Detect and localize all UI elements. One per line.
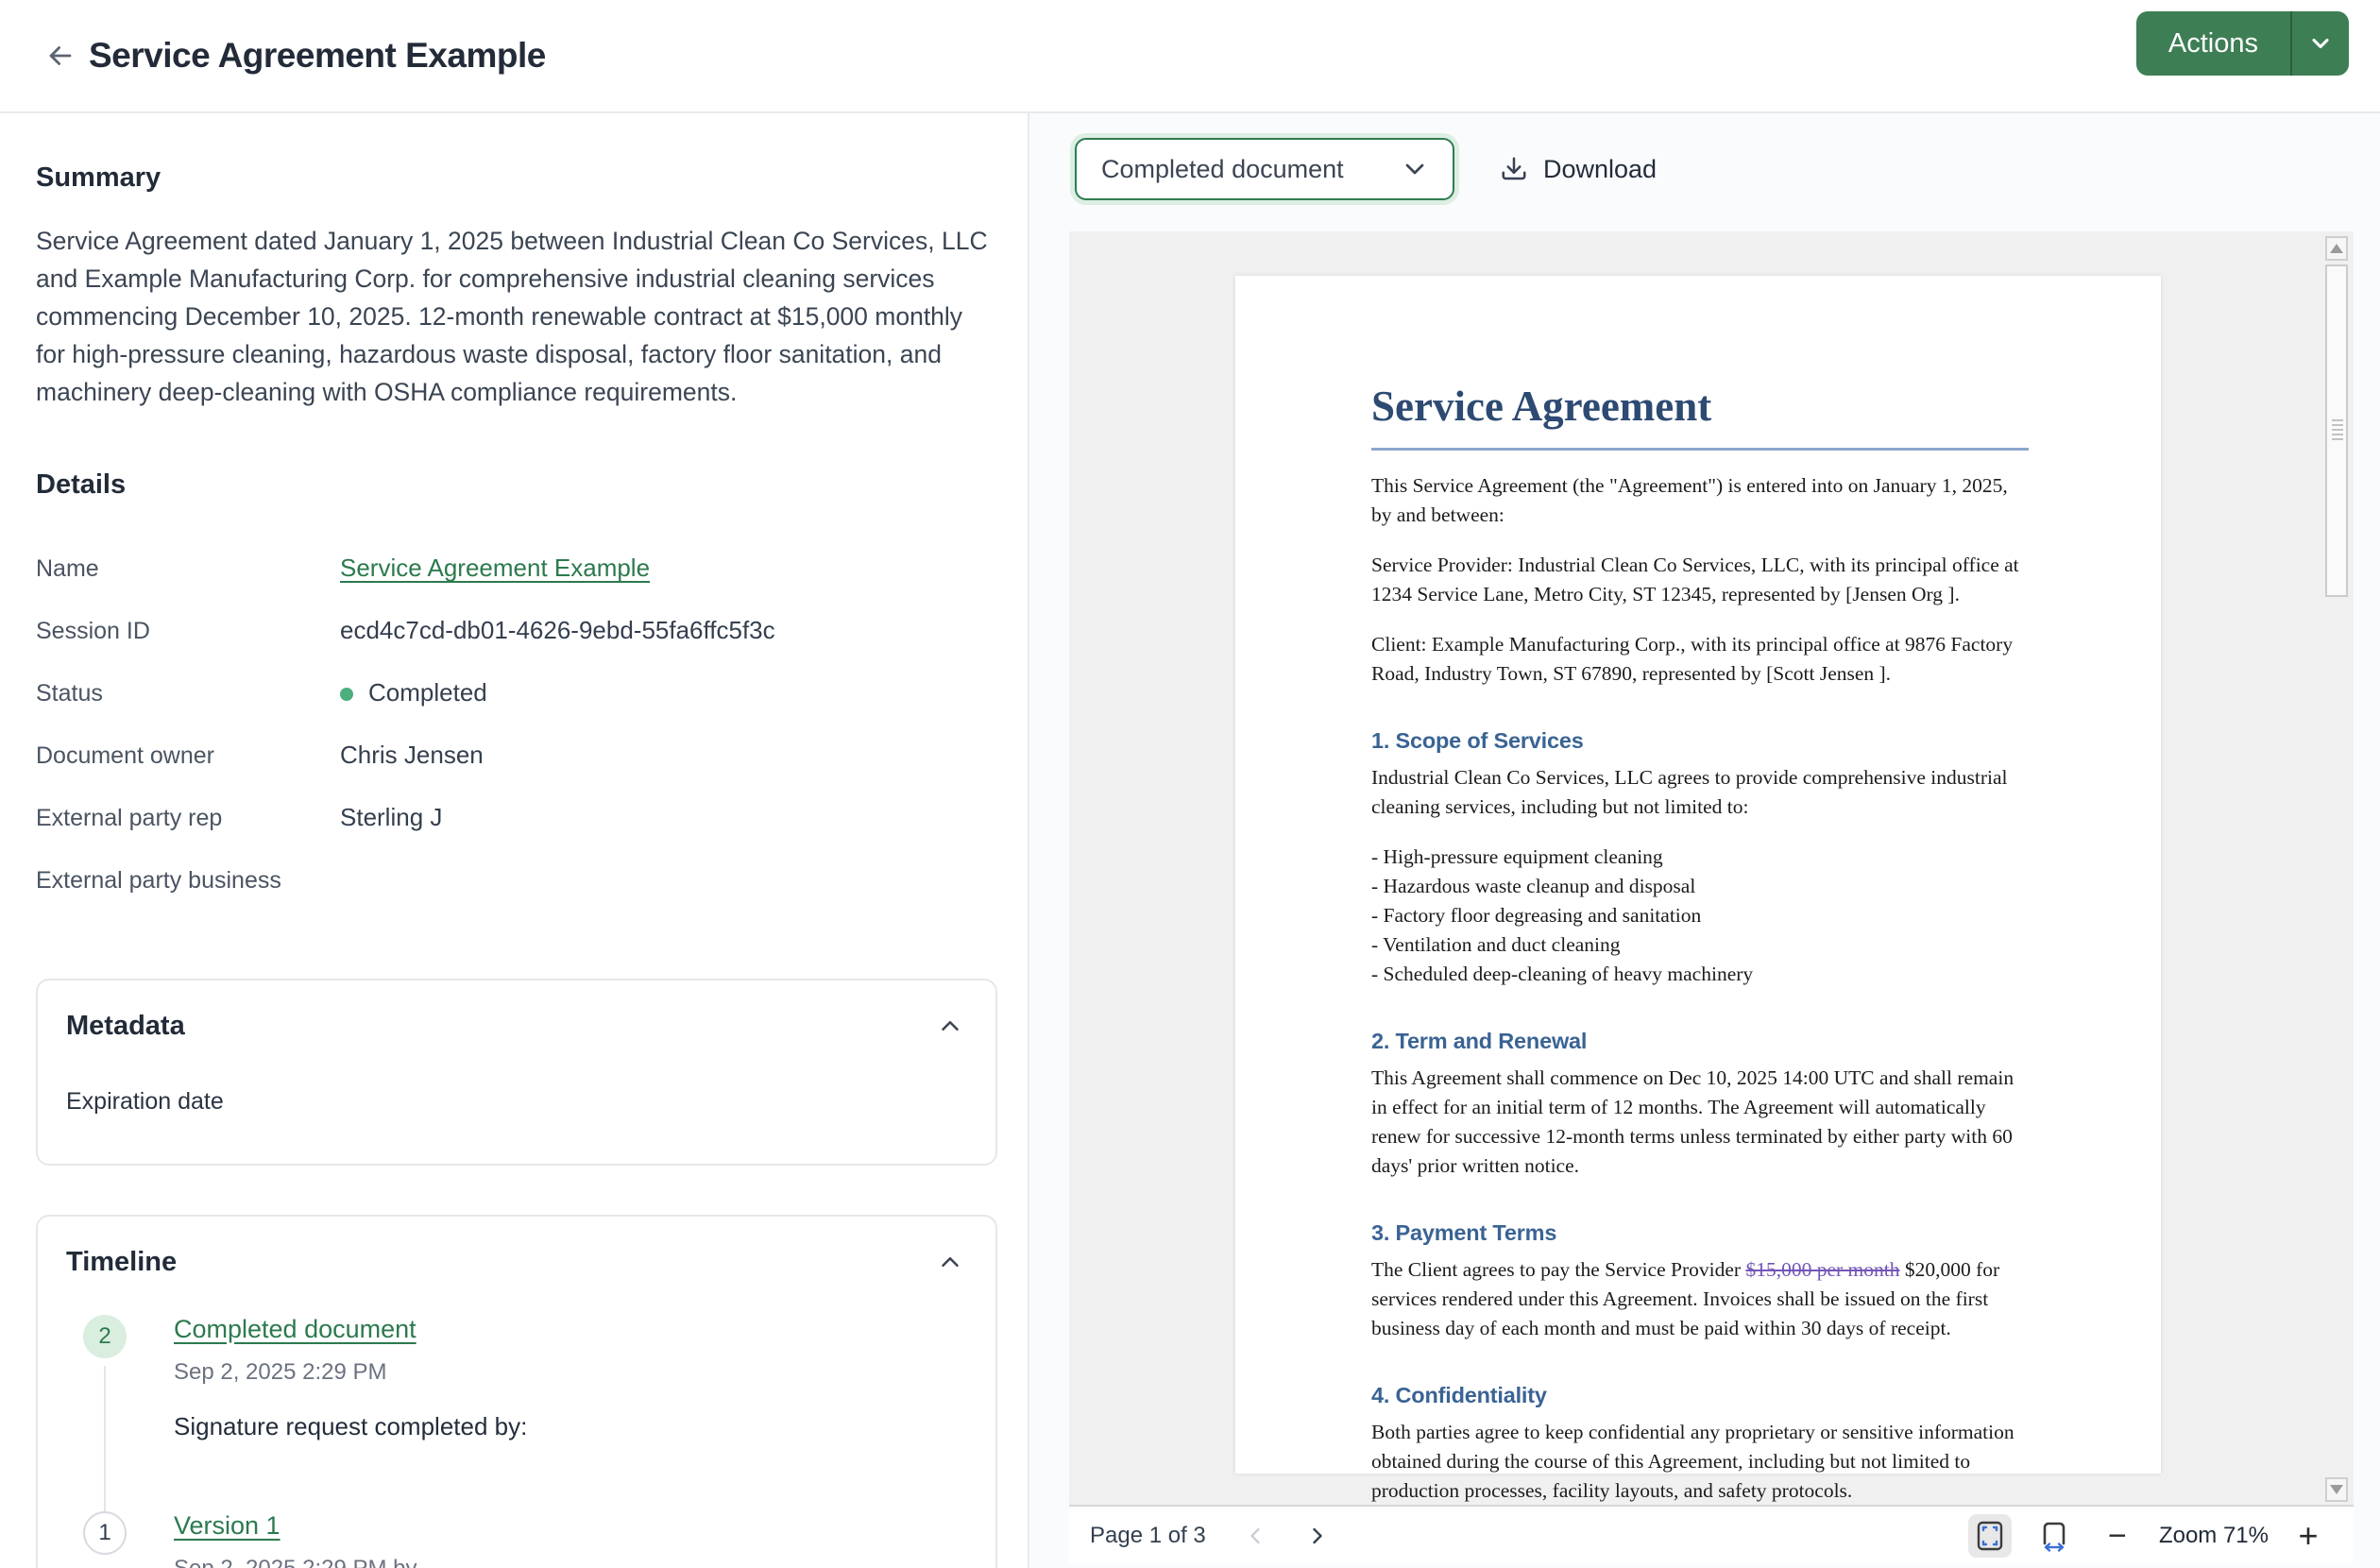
- pdf-section-heading: 4. Confidentiality: [1371, 1383, 2029, 1408]
- metadata-card: Metadata Expiration date: [36, 979, 997, 1166]
- timeline-timestamp: Sep 2, 2025 2:29 PM: [174, 1359, 967, 1386]
- pdf-section-body-payment: The Client agrees to pay the Service Pro…: [1371, 1255, 2029, 1343]
- fit-width-button[interactable]: [2032, 1514, 2076, 1558]
- download-icon: [1500, 155, 1528, 183]
- chevron-down-icon: [1400, 154, 1430, 184]
- app-header: Service Agreement Example Actions: [0, 0, 2380, 113]
- timeline-completed-link[interactable]: Completed document: [174, 1315, 416, 1343]
- chevron-right-icon: [1304, 1523, 1331, 1549]
- chevron-down-icon: [2307, 30, 2334, 57]
- document-version-select[interactable]: Completed document: [1075, 138, 1454, 200]
- detail-label-external-rep: External party rep: [36, 799, 340, 861]
- pdf-scrollbar: [2325, 236, 2350, 1502]
- chevron-left-icon: [1242, 1523, 1268, 1549]
- previous-page-button[interactable]: [1242, 1523, 1268, 1549]
- scroll-down-button[interactable]: [2325, 1477, 2348, 1502]
- pdf-section-body: Industrial Clean Co Services, LLC agrees…: [1371, 763, 2029, 822]
- download-label: Download: [1543, 155, 1657, 184]
- detail-label-name: Name: [36, 550, 340, 612]
- pdf-section-body: This Agreement shall commence on Dec 10,…: [1371, 1064, 2029, 1181]
- detail-label-session-id: Session ID: [36, 612, 340, 674]
- metadata-heading: Metadata: [66, 1011, 185, 1042]
- summary-heading: Summary: [36, 162, 999, 194]
- metadata-collapse-button[interactable]: [933, 1009, 967, 1043]
- status-dot-icon: [340, 688, 353, 701]
- arrow-left-icon: [44, 40, 76, 72]
- pdf-bullet-list: - High-pressure equipment cleaning - Haz…: [1371, 843, 2029, 989]
- external-rep-value: Sterling J: [340, 799, 999, 861]
- page-indicator: Page 1 of 3: [1090, 1523, 1206, 1549]
- pdf-bullet: - High-pressure equipment cleaning: [1371, 843, 2029, 872]
- timeline-version1-link[interactable]: Version 1: [174, 1511, 280, 1540]
- page-title: Service Agreement Example: [89, 36, 546, 76]
- pdf-bullet: - Scheduled deep-cleaning of heavy machi…: [1371, 960, 2029, 989]
- pdf-page: Service Agreement This Service Agreement…: [1235, 276, 2161, 1474]
- download-button[interactable]: Download: [1500, 155, 1657, 184]
- timeline-card: Timeline 2 Completed document Sep 2, 202…: [36, 1215, 997, 1568]
- scroll-up-button[interactable]: [2325, 236, 2348, 261]
- triangle-up-icon: [2330, 244, 2343, 253]
- zoom-level: Zoom 71%: [2159, 1523, 2269, 1549]
- actions-button[interactable]: Actions: [2136, 11, 2290, 76]
- detail-label-external-business: External party business: [36, 861, 340, 924]
- document-name-link[interactable]: Service Agreement Example: [340, 554, 650, 583]
- pdf-document-title: Service Agreement: [1371, 382, 2029, 431]
- pdf-viewport: Service Agreement This Service Agreement…: [1069, 231, 2354, 1507]
- actions-dropdown-button[interactable]: [2292, 11, 2349, 76]
- pdf-toolbar: Page 1 of 3: [1069, 1508, 2354, 1563]
- pdf-paragraph: Service Provider: Industrial Clean Co Se…: [1371, 551, 2029, 609]
- chevron-up-icon: [936, 1248, 964, 1276]
- timeline-step-badge: 2: [83, 1315, 127, 1358]
- zoom-in-button[interactable]: +: [2289, 1516, 2327, 1556]
- pdf-bullet: - Ventilation and duct cleaning: [1371, 930, 2029, 960]
- viewer-controls: Completed document Download: [1075, 138, 1657, 200]
- timeline-step-badge: 1: [83, 1511, 127, 1555]
- document-version-value: Completed document: [1101, 155, 1344, 184]
- summary-text: Service Agreement dated January 1, 2025 …: [36, 222, 992, 411]
- pdf-section-heading: 3. Payment Terms: [1371, 1220, 2029, 1246]
- details-heading: Details: [36, 469, 999, 501]
- document-viewer-panel: Completed document Download Service Agre…: [1028, 113, 2380, 1568]
- chevron-up-icon: [936, 1012, 964, 1040]
- external-business-value: [340, 861, 999, 924]
- timeline-list: 2 Completed document Sep 2, 2025 2:29 PM…: [66, 1315, 967, 1568]
- zoom-controls: − Zoom 71% +: [1968, 1514, 2327, 1558]
- timeline-description: Signature request completed by:: [174, 1412, 967, 1441]
- timeline-collapse-button[interactable]: [933, 1245, 967, 1279]
- detail-label-owner: Document owner: [36, 737, 340, 799]
- pdf-bullet: - Factory floor degreasing and sanitatio…: [1371, 901, 2029, 930]
- details-panel: Summary Service Agreement dated January …: [0, 113, 1028, 1568]
- pdf-paragraph: This Service Agreement (the "Agreement")…: [1371, 471, 2029, 530]
- pdf-section-heading: 2. Term and Renewal: [1371, 1029, 2029, 1054]
- timeline-item-completed: 2 Completed document Sep 2, 2025 2:29 PM…: [66, 1315, 967, 1441]
- scrollbar-thumb[interactable]: [2325, 264, 2348, 597]
- status-value: Completed: [368, 678, 487, 707]
- pdf-paragraph: Client: Example Manufacturing Corp., wit…: [1371, 630, 2029, 689]
- fit-width-icon: [2038, 1519, 2070, 1553]
- pdf-title-rule: [1371, 448, 2029, 451]
- fit-page-button[interactable]: [1968, 1514, 2012, 1558]
- next-page-button[interactable]: [1304, 1523, 1331, 1549]
- fit-page-icon: [1976, 1520, 2004, 1552]
- details-grid: Name Service Agreement Example Session I…: [36, 550, 999, 924]
- detail-label-status: Status: [36, 674, 340, 737]
- expiration-date-label: Expiration date: [66, 1088, 967, 1116]
- back-button[interactable]: [40, 35, 81, 77]
- timeline-item-version1: 1 Version 1 Sep 2, 2025 2:29 PM by: [66, 1511, 967, 1568]
- scrollbar-grip: [2332, 419, 2343, 442]
- timeline-timestamp: Sep 2, 2025 2:29 PM by: [174, 1556, 967, 1568]
- actions-split-button: Actions: [2136, 11, 2349, 76]
- owner-value: Chris Jensen: [340, 737, 999, 799]
- session-id-value: ecd4c7cd-db01-4626-9ebd-55fa6ffc5f3c: [340, 612, 999, 674]
- redlined-amount: $15,000 per month: [1745, 1258, 1899, 1281]
- zoom-out-button[interactable]: −: [2099, 1518, 2136, 1555]
- pdf-section-heading: 1. Scope of Services: [1371, 728, 2029, 754]
- pdf-bullet: - Hazardous waste cleanup and disposal: [1371, 872, 2029, 901]
- status-badge: Completed: [340, 678, 487, 707]
- triangle-down-icon: [2330, 1485, 2343, 1494]
- pdf-section-body: Both parties agree to keep confidential …: [1371, 1418, 2029, 1506]
- timeline-heading: Timeline: [66, 1247, 177, 1278]
